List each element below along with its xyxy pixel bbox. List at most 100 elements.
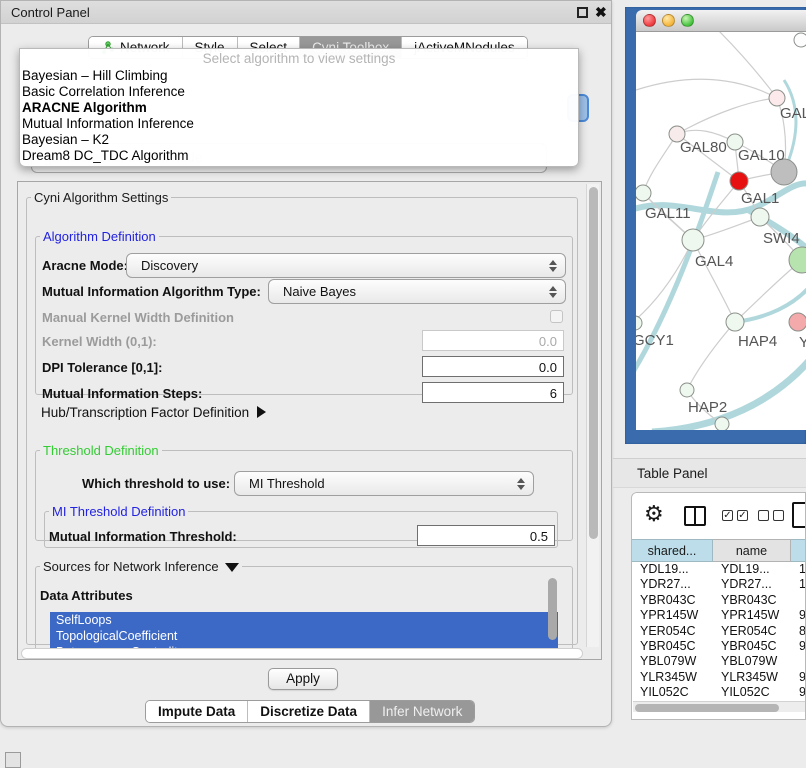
settings-scroll-area: Cyni Algorithm Settings Algorithm Defini… — [17, 181, 602, 660]
algorithm-option[interactable]: Basic Correlation Inference — [20, 83, 578, 99]
tab-discretize-data[interactable]: Discretize Data — [248, 701, 370, 722]
table-row[interactable]: YBL079WYBL079W — [632, 654, 806, 669]
floating-panel-fragment — [5, 752, 21, 768]
settings-horizontal-scrollbar[interactable] — [21, 648, 583, 659]
minimize-traffic-light-icon[interactable] — [662, 14, 675, 27]
node-label: HAP4 — [738, 333, 777, 350]
which-threshold-value: MI Threshold — [249, 476, 325, 491]
node-label: Y — [799, 334, 806, 351]
network-node-gal11[interactable] — [636, 185, 651, 201]
table-row[interactable]: YIL052CYIL052C9 — [632, 685, 806, 700]
table-cell: 12 — [791, 577, 806, 592]
algorithm-option[interactable]: Dream8 DC_TDC Algorithm — [20, 147, 578, 163]
restore-window-icon[interactable] — [577, 7, 588, 18]
node-attribute-table: shared...name YDL19...YDL19...13YDR27...… — [632, 539, 806, 701]
column-header[interactable]: shared... — [632, 539, 713, 562]
mi-threshold-field[interactable] — [417, 525, 555, 546]
network-canvas[interactable]: GALGAL80GAL10GAL1SWI4GAL11GAL4GCY1HAP4YH… — [636, 32, 806, 430]
network-node-gal1[interactable] — [730, 172, 748, 190]
table-cell: YDR27... — [713, 577, 791, 592]
table-cell: YDR27... — [632, 577, 713, 592]
zoom-traffic-light-icon[interactable] — [681, 14, 694, 27]
attribute-item[interactable]: TopologicalCoefficient — [50, 628, 558, 644]
sources-group: Sources for Network Inference Data Attri… — [35, 559, 573, 660]
network-node-hap4[interactable] — [726, 313, 744, 331]
table-cell: YBR045C — [632, 639, 713, 654]
algorithm-option[interactable]: Bayesian – Hill Climbing — [20, 67, 578, 83]
algorithm-option[interactable]: Mutual Information Inference — [20, 115, 578, 131]
tab-impute-data[interactable]: Impute Data — [146, 701, 248, 722]
network-node-hap2[interactable] — [680, 383, 694, 397]
table-horizontal-scrollbar[interactable] — [633, 701, 805, 712]
manual-kernel-width-label: Manual Kernel Width Definition — [42, 310, 234, 325]
table-cell: YDL19... — [632, 562, 713, 577]
table-panel-title: Table Panel — [637, 466, 708, 481]
aracne-mode-value: Discovery — [141, 258, 198, 273]
sources-group-title[interactable]: Sources for Network Inference — [40, 559, 242, 574]
mi-threshold-definition-title: MI Threshold Definition — [49, 504, 188, 519]
table-cell: YBL079W — [632, 654, 713, 669]
table-cell — [791, 654, 806, 669]
bottom-tab-bar: Impute DataDiscretize DataInfer Network — [145, 700, 475, 723]
network-node-gal4[interactable] — [682, 229, 704, 251]
attribute-item[interactable]: SelfLoops — [50, 612, 558, 628]
unchecked-pair-icon[interactable] — [758, 510, 788, 522]
manual-kernel-width-checkbox[interactable] — [550, 310, 563, 323]
algorithm-definition-group: Algorithm Definition Aracne Mode: Discov… — [35, 229, 573, 395]
algorithm-option[interactable]: ARACNE Algorithm — [20, 99, 578, 115]
column-header[interactable] — [791, 539, 806, 562]
table-cell: 9. — [791, 670, 806, 685]
close-window-icon[interactable]: ✖ — [595, 4, 607, 21]
table-row[interactable]: YLR345WYLR345W9. — [632, 670, 806, 685]
table-panel-header: Table Panel — [613, 458, 806, 488]
table-row[interactable]: YBR043CYBR043C — [632, 593, 806, 608]
sources-title-text: Sources for Network Inference — [43, 559, 219, 574]
node-label: HAP2 — [688, 399, 727, 416]
settings-vertical-scrollbar[interactable] — [586, 184, 599, 647]
table-cell: YER054C — [713, 624, 791, 639]
attribute-list-scrollbar[interactable] — [548, 578, 557, 640]
close-traffic-light-icon[interactable] — [643, 14, 656, 27]
cyni-algorithm-settings-group: Cyni Algorithm Settings Algorithm Defini… — [26, 190, 578, 645]
document-icon[interactable] — [792, 502, 806, 528]
table-cell: YBL079W — [713, 654, 791, 669]
tab-infer-network[interactable]: Infer Network — [370, 701, 474, 722]
column-header[interactable]: name — [713, 539, 791, 562]
table-row[interactable]: YER054CYER054C8. — [632, 624, 806, 639]
scrollbar-thumb[interactable] — [635, 704, 779, 712]
algorithm-dropdown-prompt: Select algorithm to view settings — [20, 49, 578, 67]
network-node-gal[interactable] — [769, 90, 785, 106]
table-cell: YLR345W — [713, 670, 791, 685]
hub-definition-expander[interactable]: Hub/Transcription Factor Definition — [41, 405, 266, 420]
table-cell: YIL052C — [713, 685, 791, 700]
aracne-mode-combobox[interactable]: Discovery — [126, 253, 566, 278]
kernel-width-field[interactable] — [422, 330, 564, 351]
checked-pair-icon[interactable]: ✓✓ — [722, 510, 752, 522]
gear-icon[interactable]: ⚙ — [644, 501, 664, 527]
mi-algorithm-type-combobox[interactable]: Naive Bayes — [268, 279, 566, 304]
apply-button[interactable]: Apply — [268, 668, 338, 690]
algorithm-option[interactable]: Bayesian – K2 — [20, 131, 578, 147]
dpi-tolerance-field[interactable] — [422, 356, 564, 377]
table-cell: 13 — [791, 562, 806, 577]
mi-threshold-label: Mutual Information Threshold: — [49, 529, 237, 544]
network-node[interactable] — [715, 417, 729, 430]
columns-icon[interactable] — [684, 506, 706, 526]
which-threshold-combobox[interactable]: MI Threshold — [234, 471, 534, 496]
table-row[interactable]: YBR045CYBR045C9. — [632, 639, 806, 654]
network-node-swi4[interactable] — [751, 208, 769, 226]
node-label: GCY1 — [636, 332, 674, 349]
scrollbar-thumb[interactable] — [589, 187, 598, 539]
network-window-titlebar[interactable] — [636, 10, 806, 32]
table-row[interactable]: YPR145WYPR145W9. — [632, 608, 806, 623]
node-label: GAL11 — [645, 205, 691, 222]
mi-steps-field[interactable] — [422, 382, 564, 403]
control-panel-title: Control Panel — [11, 5, 90, 20]
table-row[interactable]: YDL19...YDL19...13 — [632, 562, 806, 577]
network-node[interactable] — [794, 33, 806, 47]
table-cell: YBR045C — [713, 639, 791, 654]
table-row[interactable]: YDR27...YDR27...12 — [632, 577, 806, 592]
network-node-y[interactable] — [789, 313, 806, 331]
collapsed-arrow-icon — [257, 406, 266, 418]
network-node-gcy1[interactable] — [636, 316, 642, 330]
